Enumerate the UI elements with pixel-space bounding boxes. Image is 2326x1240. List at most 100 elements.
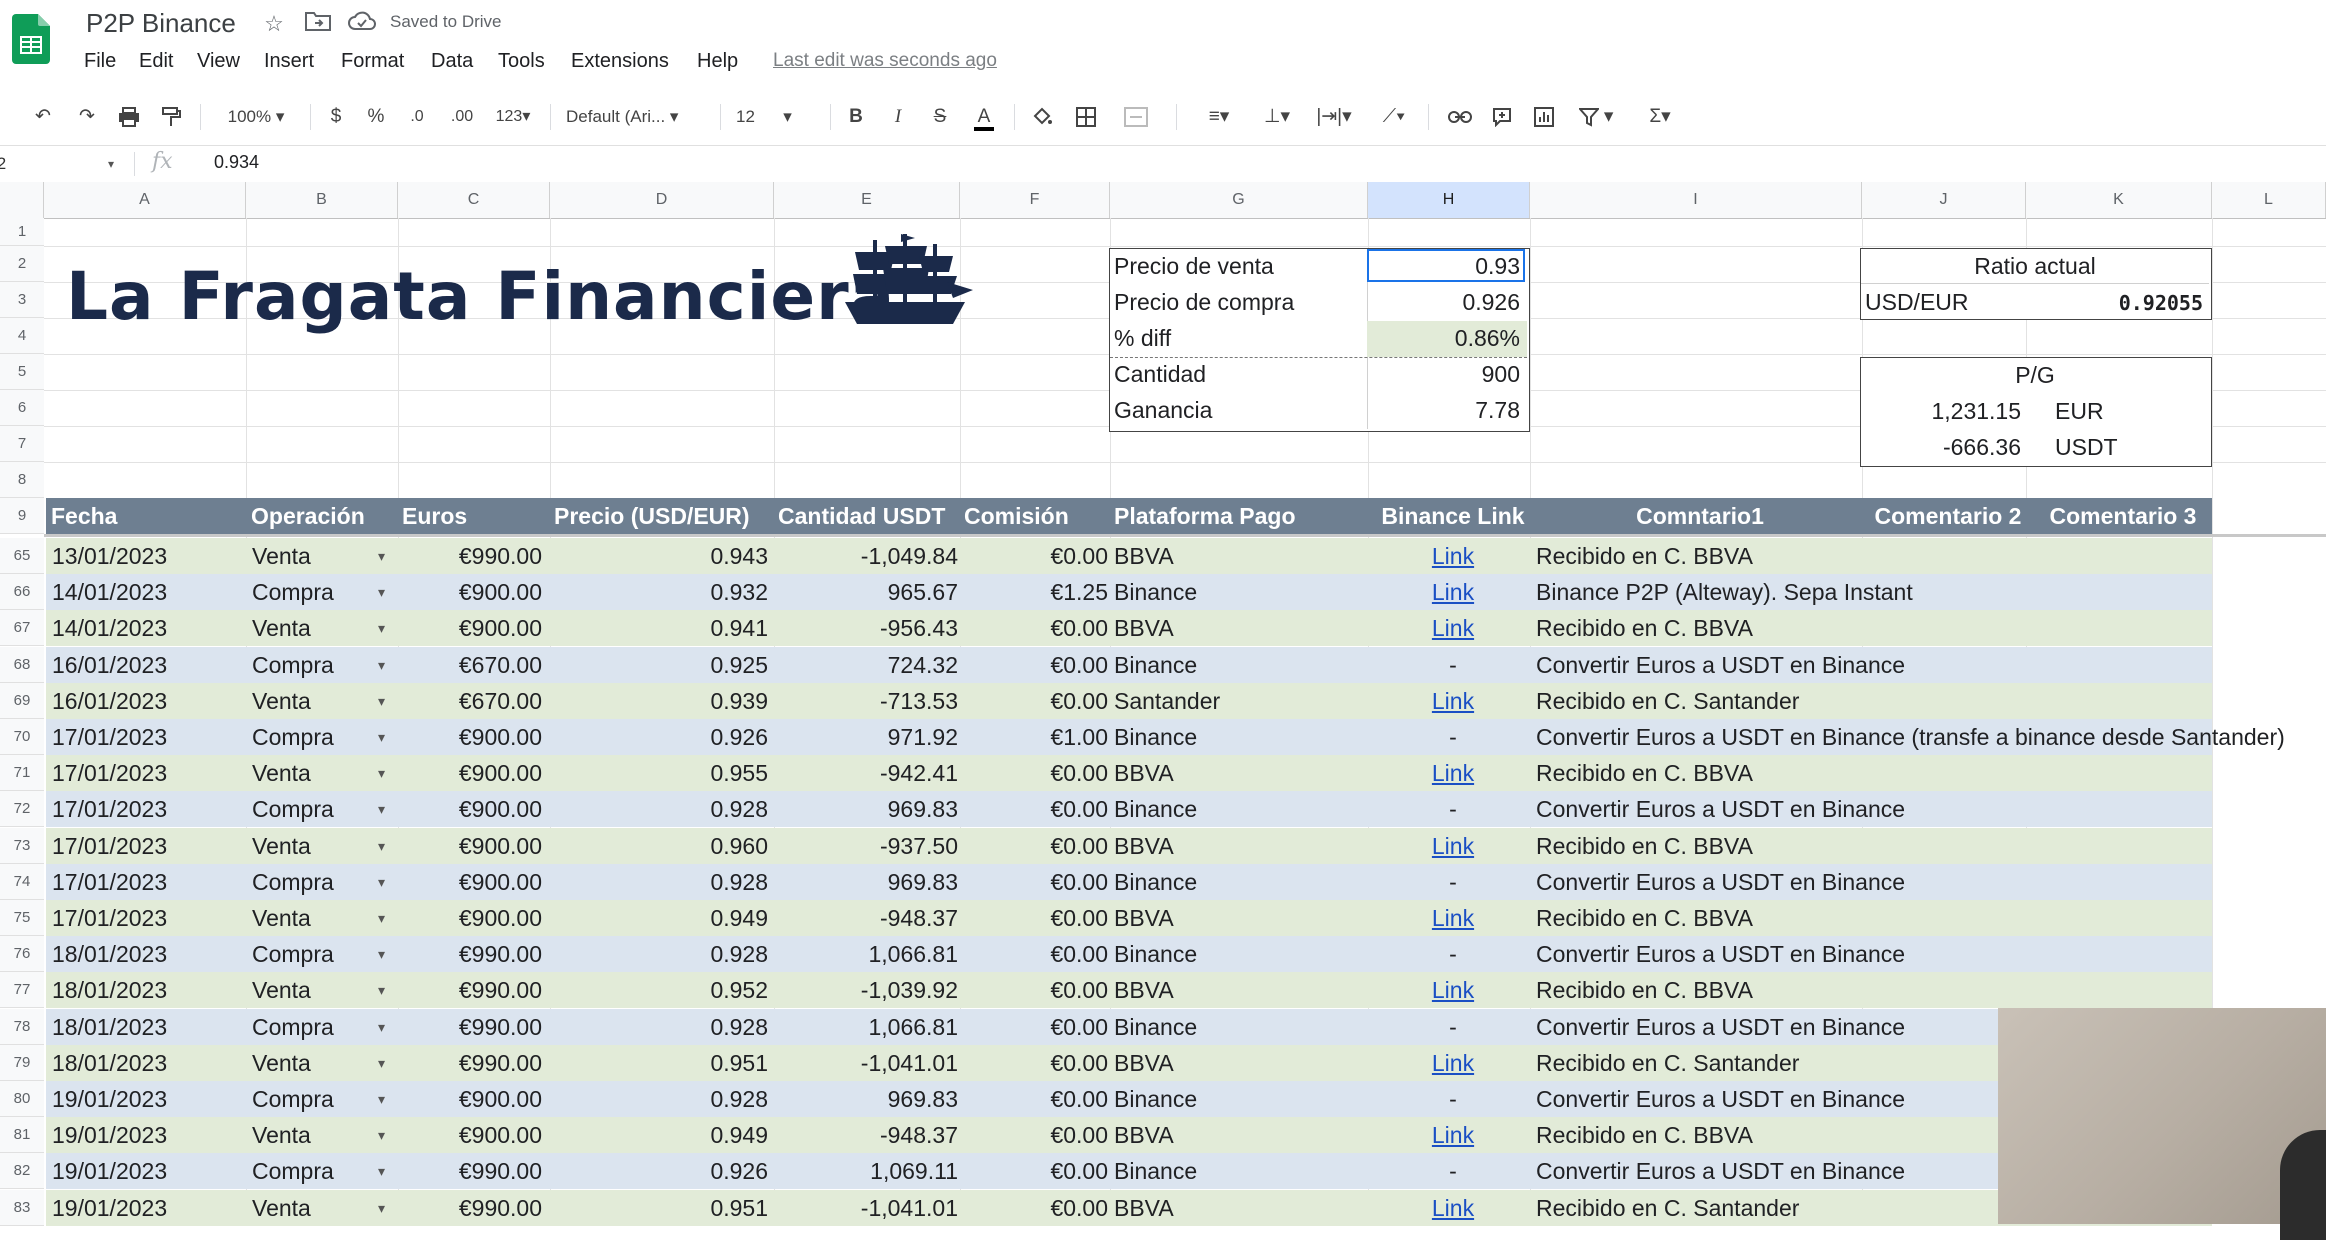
column-header-g[interactable]: G [1110, 182, 1368, 218]
operacion-dropdown-icon[interactable]: ▾ [378, 972, 385, 1008]
row-header[interactable]: 72 [0, 791, 44, 827]
sheets-logo-icon[interactable] [12, 14, 50, 64]
cell-operacion[interactable]: Venta [252, 972, 362, 1008]
menu-file[interactable]: File [84, 50, 116, 73]
last-edit-link[interactable]: Last edit was seconds ago [773, 50, 997, 72]
table-row[interactable]: 17/01/2023 Compra €900.00 0.926 971.92 €1.00 B… [46, 719, 2285, 755]
row-header[interactable]: 79 [0, 1045, 44, 1081]
fill-color-icon[interactable] [1026, 100, 1058, 134]
more-formats-button[interactable]: 123▾ [488, 100, 538, 134]
row-header[interactable]: 1 [0, 218, 44, 246]
cell-operacion[interactable]: Compra [252, 936, 362, 972]
menu-help[interactable]: Help [697, 50, 738, 73]
row-header[interactable]: 76 [0, 936, 44, 972]
cell-operacion[interactable]: Compra [252, 1009, 362, 1045]
ratio-value[interactable]: 0.92055 [2041, 291, 2203, 315]
formula-input[interactable]: 0.934 [214, 152, 259, 173]
operacion-dropdown-icon[interactable]: ▾ [378, 683, 385, 719]
table-row[interactable]: 17/01/2023 Venta €900.00 0.949 -948.37 €0.00 B… [46, 900, 2212, 936]
menu-edit[interactable]: Edit [139, 50, 173, 73]
cell-binance-link[interactable]: Link [1372, 972, 1534, 1008]
insert-comment-icon[interactable] [1486, 100, 1518, 134]
text-color-button[interactable]: A [968, 100, 1000, 134]
row-header[interactable]: 69 [0, 683, 44, 719]
cell-operacion[interactable]: Compra [252, 719, 362, 755]
table-row[interactable]: 19/01/2023 Venta €900.00 0.949 -948.37 €0.00 B… [46, 1117, 2212, 1153]
row-header[interactable]: 7 [0, 426, 44, 462]
cell-binance-link[interactable]: Link [1372, 1117, 1534, 1153]
header-cantidad[interactable]: Cantidad USDT [778, 498, 945, 534]
column-header-l[interactable]: L [2212, 182, 2326, 218]
row-header[interactable]: 66 [0, 574, 44, 610]
row-header[interactable]: 70 [0, 719, 44, 755]
table-row[interactable]: 18/01/2023 Compra €990.00 0.928 1,066.81 €0.0… [46, 1009, 2212, 1045]
header-fecha[interactable]: Fecha [51, 498, 117, 534]
header-comentario2[interactable]: Comentario 2 [1866, 498, 2030, 534]
table-row[interactable]: 17/01/2023 Venta €900.00 0.960 -937.50 €0.00 B… [46, 828, 2212, 864]
redo-icon[interactable]: ↷ [70, 100, 104, 134]
menu-format[interactable]: Format [341, 50, 404, 73]
percent-format-button[interactable]: % [362, 100, 390, 134]
column-header-h[interactable]: H [1368, 182, 1530, 218]
column-header-a[interactable]: A [44, 182, 246, 218]
menu-extensions[interactable]: Extensions [571, 50, 669, 73]
column-header-f[interactable]: F [960, 182, 1110, 218]
operacion-dropdown-icon[interactable]: ▾ [378, 755, 385, 791]
font-family-select[interactable]: Default (Ari... ▾ [566, 100, 708, 134]
column-header-e[interactable]: E [774, 182, 960, 218]
operacion-dropdown-icon[interactable]: ▾ [378, 1009, 385, 1045]
row-header[interactable]: 2 [0, 246, 44, 282]
cell-binance-link[interactable]: Link [1372, 828, 1534, 864]
header-precio[interactable]: Precio (USD/EUR) [554, 498, 750, 534]
table-row[interactable]: 18/01/2023 Venta €990.00 0.952 -1,039.92 €0.0… [46, 972, 2212, 1008]
row-header[interactable]: 8 [0, 462, 44, 498]
operacion-dropdown-icon[interactable]: ▾ [378, 538, 385, 574]
merge-cells-icon[interactable] [1114, 100, 1158, 134]
precio-compra-value[interactable]: 0.926 [1370, 289, 1520, 316]
cell-operacion[interactable]: Venta [252, 610, 362, 646]
strikethrough-button[interactable]: S [926, 100, 954, 134]
paint-format-icon[interactable] [154, 100, 188, 134]
operacion-dropdown-icon[interactable]: ▾ [378, 900, 385, 936]
vertical-align-icon[interactable]: ⊥▾ [1254, 100, 1300, 134]
row-header[interactable]: 71 [0, 755, 44, 791]
font-size-select[interactable]: 12 ▾ [736, 100, 826, 134]
currency-format-button[interactable]: $ [322, 100, 350, 134]
insert-link-icon[interactable] [1444, 100, 1476, 134]
row-header[interactable]: 78 [0, 1009, 44, 1045]
cell-binance-link[interactable]: Link [1372, 610, 1534, 646]
row-header[interactable]: 65 [0, 538, 44, 574]
operacion-dropdown-icon[interactable]: ▾ [378, 1153, 385, 1189]
cell-binance-link[interactable]: Link [1372, 1190, 1534, 1226]
ganancia-value[interactable]: 7.78 [1370, 397, 1520, 424]
column-header-j[interactable]: J [1862, 182, 2026, 218]
bold-button[interactable]: B [842, 100, 870, 134]
undo-icon[interactable]: ↶ [26, 100, 60, 134]
header-operacion[interactable]: Operación [251, 498, 365, 534]
row-header[interactable]: 68 [0, 647, 44, 683]
menu-tools[interactable]: Tools [498, 50, 545, 73]
header-comentario3[interactable]: Comentario 3 [2030, 498, 2216, 534]
cell-operacion[interactable]: Venta [252, 1190, 362, 1226]
table-row[interactable]: 16/01/2023 Venta €670.00 0.939 -713.53 €0.00 S… [46, 683, 2212, 719]
move-folder-icon[interactable] [304, 10, 332, 38]
table-row[interactable]: 19/01/2023 Compra €900.00 0.928 969.83 €0.00 B… [46, 1081, 2212, 1117]
cell-operacion[interactable]: Venta [252, 828, 362, 864]
print-icon[interactable] [112, 100, 146, 134]
menu-view[interactable]: View [197, 50, 240, 73]
cell-binance-link[interactable]: Link [1372, 900, 1534, 936]
table-row[interactable]: 18/01/2023 Compra €990.00 0.928 1,066.81 €0.0… [46, 936, 2212, 972]
star-icon[interactable]: ☆ [260, 10, 288, 38]
cell-operacion[interactable]: Compra [252, 791, 362, 827]
row-header[interactable]: 5 [0, 354, 44, 390]
operacion-dropdown-icon[interactable]: ▾ [378, 791, 385, 827]
operacion-dropdown-icon[interactable]: ▾ [378, 1045, 385, 1081]
operacion-dropdown-icon[interactable]: ▾ [378, 610, 385, 646]
cell-operacion[interactable]: Compra [252, 1153, 362, 1189]
table-row[interactable]: 17/01/2023 Compra €900.00 0.928 969.83 €0.00 B… [46, 864, 2212, 900]
table-row[interactable]: 14/01/2023 Compra €900.00 0.932 965.67 €1.25 B… [46, 574, 2212, 610]
table-row[interactable]: 18/01/2023 Venta €990.00 0.951 -1,041.01 €0.0… [46, 1045, 2212, 1081]
row-header[interactable]: 74 [0, 864, 44, 900]
cell-binance-link[interactable]: Link [1372, 538, 1534, 574]
document-title[interactable]: P2P Binance [86, 8, 236, 39]
